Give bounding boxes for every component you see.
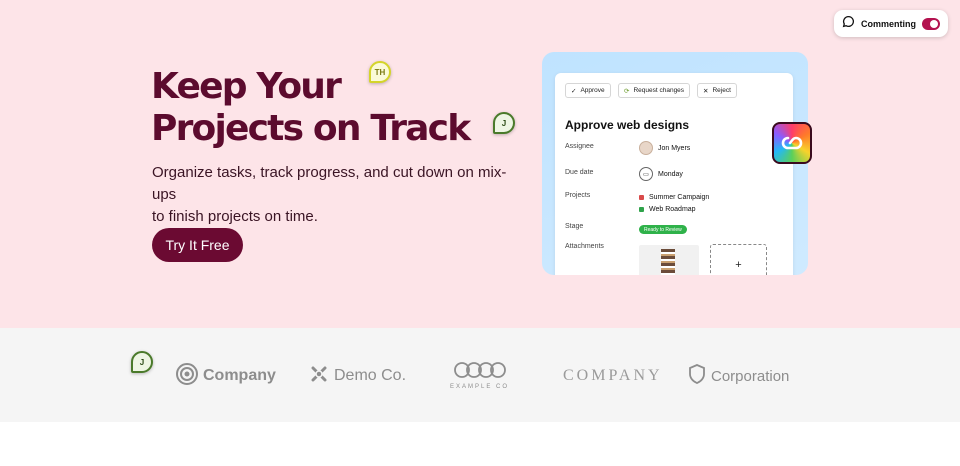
target-icon [176,362,198,390]
request-changes-label: Request changes [633,87,685,94]
task-title: Approve web designs [565,118,690,132]
request-changes-button[interactable]: ⟳ Request changes [618,83,691,98]
hero-subtitle-line1: Organize tasks, track progress, and cut … [152,164,507,203]
mockup-clip: ✓ Approve ⟳ Request changes ✕ Reject App… [542,52,808,275]
approval-card: ✓ Approve ⟳ Request changes ✕ Reject App… [555,73,793,275]
hero-title: Keep Your Projects on Track [151,66,471,150]
hero-subtitle-line2: to finish projects on time. [152,208,318,225]
projects-label: Projects [565,192,591,199]
assignee-label: Assignee [565,143,594,150]
project-name: Summer Campaign [649,194,710,201]
attachment-preview-image [661,249,675,275]
shield-icon [688,364,706,388]
logo-company-serif-text: COMPANY [563,367,663,384]
hero-title-line1: Keep Your [151,66,342,107]
creative-cloud-icon [772,122,812,164]
comment-pin-j-logos[interactable]: J [131,351,153,373]
refresh-icon: ⟳ [624,87,630,95]
landing-page: Keep Your Projects on Track Organize tas… [0,0,960,466]
stage-badge[interactable]: Ready to Review [639,225,687,234]
commenting-toggle-panel[interactable]: Commenting [834,10,948,37]
logo-company-serif: COMPANY [563,362,663,390]
due-date-value[interactable]: ▭ Monday [639,167,683,181]
rings-icon [452,362,508,383]
logo-corporation-text: Corporation [711,367,790,385]
logo-example-co: EXAMPLE CO [450,362,509,390]
page-footer-space [0,422,960,466]
attachment-thumbnail[interactable] [639,245,699,275]
hero-subtitle: Organize tasks, track progress, and cut … [152,162,522,228]
comment-pin-j[interactable]: J [493,112,515,134]
assignee-name: Jon Myers [658,144,691,152]
logo-example-text: EXAMPLE CO [450,384,510,390]
check-icon: ✓ [571,87,577,95]
project-color-swatch [639,195,644,200]
x-icon: ✕ [703,87,709,95]
approve-button[interactable]: ✓ Approve [565,83,611,98]
attachments-label: Attachments [565,243,604,250]
comment-bubble-icon [842,15,855,33]
logo-company: Company [176,362,276,390]
knot-icon [309,364,329,389]
project-item[interactable]: Web Roadmap [639,206,696,213]
commenting-label: Commenting [861,18,916,29]
project-item[interactable]: Summer Campaign [639,194,709,201]
comment-pin-th[interactable]: TH [369,61,391,83]
logo-corporation: Corporation [688,362,789,390]
project-name: Web Roadmap [649,206,696,213]
reject-label: Reject [712,87,731,94]
due-date-text: Monday [658,170,683,178]
approve-label: Approve [580,87,605,94]
commenting-switch[interactable] [922,17,940,30]
reject-button[interactable]: ✕ Reject [697,83,737,98]
calendar-icon: ▭ [639,167,653,181]
logo-demo-co: Demo Co. [309,362,406,390]
project-color-swatch [639,207,644,212]
add-attachment-button[interactable]: + [710,244,767,275]
assignee-value[interactable]: Jon Myers [639,141,690,155]
logo-demo-text: Demo Co. [334,367,407,384]
stage-label: Stage [565,223,584,230]
logo-company-text: Company [203,367,276,384]
due-date-label: Due date [565,169,594,176]
hero-title-line2: Projects on Track [151,108,471,149]
try-it-free-button[interactable]: Try It Free [152,228,243,262]
avatar [639,141,653,155]
